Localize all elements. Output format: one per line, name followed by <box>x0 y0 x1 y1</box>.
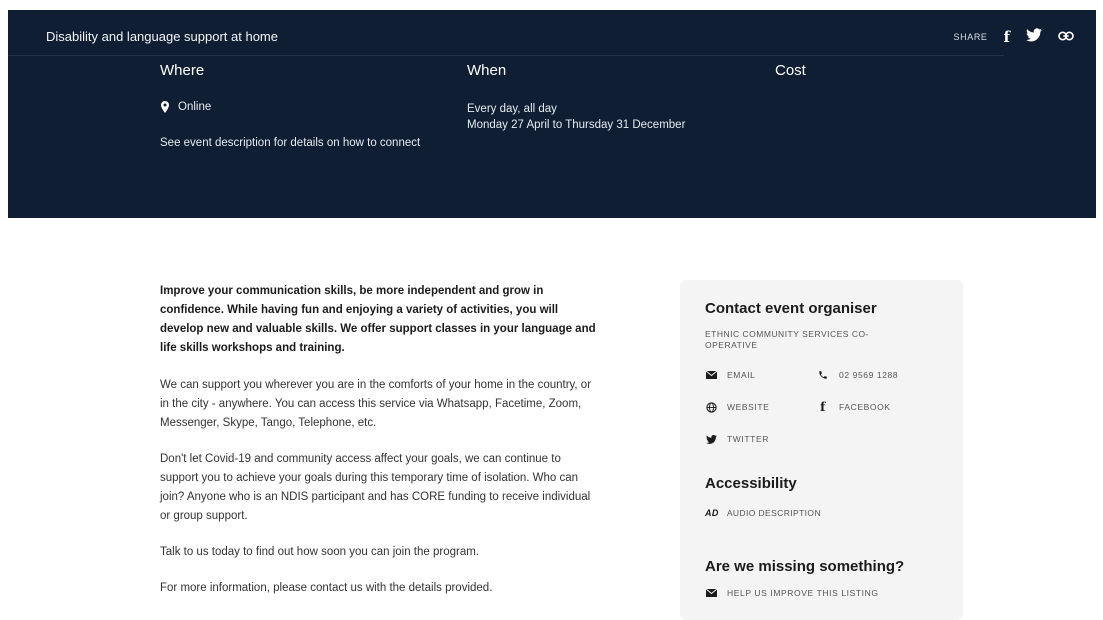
location-pin-icon <box>161 101 169 113</box>
share-label: SHARE <box>953 32 988 42</box>
cost-heading: Cost <box>775 62 806 79</box>
accessibility-label: AUDIO DESCRIPTION <box>726 508 821 518</box>
share-bar: SHARE f <box>954 28 1074 46</box>
email-icon <box>705 369 717 381</box>
globe-icon <box>705 401 717 413</box>
twitter-icon <box>705 433 717 445</box>
email-link[interactable]: EMAIL <box>705 369 817 381</box>
when-date-range: Monday 27 April to Thursday 31 December <box>467 119 686 131</box>
when-heading: When <box>467 62 507 79</box>
when-frequency: Every day, all day <box>467 103 557 115</box>
audio-description-icon: AD <box>705 508 719 518</box>
location-line: Online <box>160 101 450 113</box>
description-paragraph: We can support you wherever you are in t… <box>160 379 592 429</box>
where-section: Where Online See event description for d… <box>160 62 450 152</box>
when-details: Every day, all day Monday 27 April to Th… <box>467 101 767 133</box>
organiser-panel: Contact event organiser ETHNIC COMMUNITY… <box>680 280 963 620</box>
website-link[interactable]: WEBSITE <box>705 401 817 413</box>
event-description: Improve your communication skills, be mo… <box>160 282 600 615</box>
location-value: Online <box>178 101 212 113</box>
organiser-panel-content: Contact event organiser ETHNIC COMMUNITY… <box>705 300 945 599</box>
help-improve-label: HELP US IMPROVE THIS LISTING <box>727 588 879 598</box>
phone-number: 02 9569 1288 <box>839 370 899 380</box>
accessibility-heading: Accessibility <box>705 475 797 492</box>
contact-links: EMAIL 02 9569 1288 WEBSITE f FACEBOOK TW… <box>705 369 945 445</box>
description-paragraph: For more information, please contact us … <box>160 582 493 594</box>
hero-divider <box>8 55 1004 56</box>
event-hero: Disability and language support at home … <box>8 10 1096 218</box>
description-paragraph: Don't let Covid-19 and community access … <box>160 453 591 522</box>
facebook-icon[interactable]: f <box>1004 29 1010 45</box>
accessibility-item: AD AUDIO DESCRIPTION <box>705 508 945 518</box>
description-paragraph: Talk to us today to find out how soon yo… <box>160 546 479 558</box>
help-improve-link[interactable]: HELP US IMPROVE THIS LISTING <box>705 587 945 599</box>
when-section: When Every day, all day Monday 27 April … <box>467 62 767 133</box>
phone-icon <box>817 369 829 381</box>
missing-heading: Are we missing something? <box>705 558 905 575</box>
contact-heading: Contact event organiser <box>705 300 877 317</box>
facebook-link[interactable]: f FACEBOOK <box>817 400 937 414</box>
twitter-link[interactable]: TWITTER <box>705 433 817 445</box>
facebook-icon: f <box>820 400 826 414</box>
organiser-name: ETHNIC COMMUNITY SERVICES CO-OPERATIVE <box>705 329 869 350</box>
website-label: WEBSITE <box>727 402 770 412</box>
description-lead: Improve your communication skills, be mo… <box>160 285 596 354</box>
connect-note: See event description for details on how… <box>160 137 421 149</box>
where-heading: Where <box>160 62 205 79</box>
email-icon <box>705 587 717 599</box>
event-title: Disability and language support at home <box>46 29 278 44</box>
email-label: EMAIL <box>727 370 756 380</box>
facebook-label: FACEBOOK <box>839 402 891 412</box>
twitter-icon[interactable] <box>1026 28 1042 46</box>
phone-link[interactable]: 02 9569 1288 <box>817 369 937 381</box>
twitter-label: TWITTER <box>727 434 769 444</box>
cost-section: Cost <box>775 62 975 79</box>
link-icon[interactable] <box>1058 29 1074 45</box>
